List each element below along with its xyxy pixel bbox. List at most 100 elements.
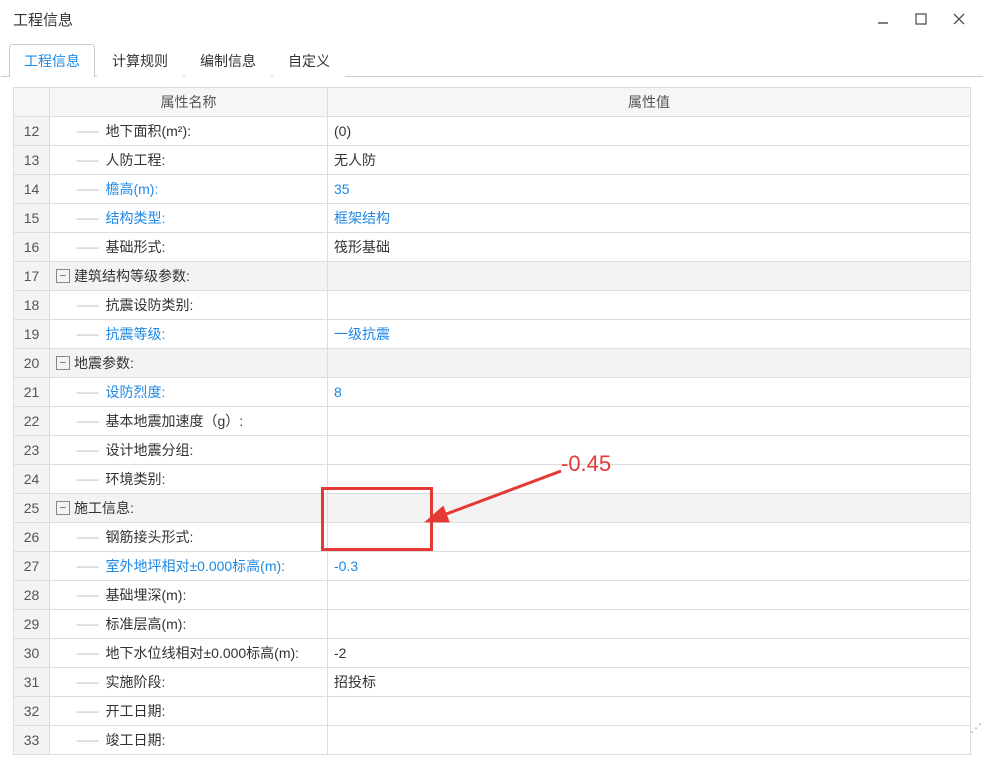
property-value-cell[interactable] (328, 262, 971, 291)
table-row[interactable]: 29⸺标准层高(m): (14, 610, 971, 639)
property-value: 框架结构 (334, 208, 390, 228)
titlebar: 工程信息 (1, 1, 983, 37)
table-row[interactable]: 12 ⸺ 地下面积(m²): (0) (14, 117, 971, 146)
tab-project-info[interactable]: 工程信息 (9, 44, 95, 77)
tree-line-icon: ⸺ (60, 730, 99, 750)
property-name-cell: ⸺开工日期: (50, 697, 328, 726)
property-value-cell[interactable] (328, 407, 971, 436)
row-number: 26 (14, 523, 50, 552)
property-name: 结构类型: (105, 208, 165, 228)
window-title: 工程信息 (13, 9, 73, 30)
tree-collapse-icon[interactable]: − (56, 269, 70, 283)
table-row[interactable]: 23⸺设计地震分组: (14, 436, 971, 465)
table-row[interactable]: 22 ⸺ 基本地震加速度（g）: (14, 407, 971, 436)
table-row[interactable]: 16⸺基础形式:筏形基础 (14, 233, 971, 262)
property-value: (0) (334, 123, 351, 139)
table-row[interactable]: 13⸺人防工程:无人防 (14, 146, 971, 175)
tree-line-icon: ⸺ (60, 121, 99, 141)
row-number: 18 (14, 291, 50, 320)
tree-line-icon: ⸺ (60, 672, 99, 692)
tree-line-icon: ⸺ (60, 237, 99, 257)
property-name-cell: ⸺檐高(m): (50, 175, 328, 204)
table-row[interactable]: 30⸺地下水位线相对±0.000标高(m):-2 (14, 639, 971, 668)
maximize-button[interactable] (911, 9, 931, 29)
property-value-cell[interactable] (328, 349, 971, 378)
property-value: -0.3 (334, 558, 358, 574)
property-value: 35 (334, 181, 350, 197)
table-row[interactable]: 31⸺实施阶段:招投标 (14, 668, 971, 697)
property-name: 基本地震加速度（g）: (105, 411, 243, 431)
table-row[interactable]: 33⸺竣工日期: (14, 726, 971, 755)
table-row[interactable]: 15⸺结构类型:框架结构 (14, 204, 971, 233)
close-button[interactable] (949, 9, 969, 29)
table-row[interactable]: 20−地震参数: (14, 349, 971, 378)
property-value-cell[interactable] (328, 436, 971, 465)
property-name: 抗震设防类别: (105, 295, 193, 315)
property-value-cell[interactable]: 一级抗震 (328, 320, 971, 349)
property-name-cell: ⸺基础埋深(m): (50, 581, 328, 610)
property-name-cell: −施工信息: (50, 494, 328, 523)
tree-line-icon: ⸺ (60, 411, 99, 431)
tree-collapse-icon[interactable]: − (56, 356, 70, 370)
property-value-cell[interactable] (328, 610, 971, 639)
table-row[interactable]: 19⸺抗震等级:一级抗震 (14, 320, 971, 349)
tree-line-icon: ⸺ (60, 527, 99, 547)
property-value-cell[interactable]: -0.3 (328, 552, 971, 581)
tree-line-icon: ⸺ (60, 208, 99, 228)
minimize-button[interactable] (873, 9, 893, 29)
row-number: 32 (14, 697, 50, 726)
property-name-cell: ⸺ 环境类别: (50, 465, 328, 494)
property-value-cell[interactable]: 招投标 (328, 668, 971, 697)
property-value-cell[interactable] (328, 581, 971, 610)
tab-compile-info[interactable]: 编制信息 (185, 44, 271, 77)
property-name: 基础形式: (105, 237, 165, 257)
table-row[interactable]: 28⸺基础埋深(m): (14, 581, 971, 610)
property-name-cell: ⸺人防工程: (50, 146, 328, 175)
property-value-cell[interactable]: 35 (328, 175, 971, 204)
tab-custom[interactable]: 自定义 (273, 44, 345, 77)
tree-line-icon: ⸺ (60, 585, 99, 605)
property-name-cell: ⸺钢筋接头形式: (50, 523, 328, 552)
table-row[interactable]: 25−施工信息: (14, 494, 971, 523)
row-number: 22 (14, 407, 50, 436)
property-value-cell[interactable]: 8 (328, 378, 971, 407)
property-name-cell: ⸺ 基础形式: (50, 233, 328, 262)
resize-grip-icon[interactable]: ⋰ (970, 721, 979, 735)
tree-line-icon: ⸺ (60, 469, 99, 489)
tree-collapse-icon[interactable]: − (56, 501, 70, 515)
property-value-cell[interactable] (328, 465, 971, 494)
property-value: 筏形基础 (334, 237, 390, 257)
property-name: 设防烈度: (105, 382, 165, 402)
tab-calc-rules[interactable]: 计算规则 (97, 44, 183, 77)
property-name: 地下面积(m²): (105, 121, 191, 141)
property-value-cell[interactable]: 框架结构 (328, 204, 971, 233)
window-controls (873, 9, 975, 29)
property-name-cell: −地震参数: (50, 349, 328, 378)
row-number: 25 (14, 494, 50, 523)
table-row[interactable]: 18 ⸺ 抗震设防类别: (14, 291, 971, 320)
tree-line-icon: ⸺ (60, 556, 99, 576)
property-value-cell[interactable]: (0) (328, 117, 971, 146)
tree-line-icon: ⸺ (60, 295, 99, 315)
property-name: 环境类别: (105, 469, 165, 489)
property-name-cell: ⸺ 抗震设防类别: (50, 291, 328, 320)
property-value-cell[interactable] (328, 523, 971, 552)
table-row[interactable]: 21⸺设防烈度:8 (14, 378, 971, 407)
property-value-cell[interactable] (328, 726, 971, 755)
property-value-cell[interactable]: -2 (328, 639, 971, 668)
row-number: 27 (14, 552, 50, 581)
property-value-cell[interactable]: 筏形基础 (328, 233, 971, 262)
row-number: 12 (14, 117, 50, 146)
table-row[interactable]: 27⸺室外地坪相对±0.000标高(m):-0.3 (14, 552, 971, 581)
table-row[interactable]: 17−建筑结构等级参数: (14, 262, 971, 291)
table-row[interactable]: 24⸺环境类别: (14, 465, 971, 494)
table-row[interactable]: 14⸺檐高(m):35 (14, 175, 971, 204)
property-value-cell[interactable] (328, 291, 971, 320)
property-value-cell[interactable] (328, 697, 971, 726)
property-value-cell[interactable]: 无人防 (328, 146, 971, 175)
header-rownum (14, 88, 50, 117)
property-value-cell[interactable] (328, 494, 971, 523)
property-name: 施工信息: (74, 498, 134, 518)
table-row[interactable]: 32⸺开工日期: (14, 697, 971, 726)
table-row[interactable]: 26⸺钢筋接头形式: (14, 523, 971, 552)
